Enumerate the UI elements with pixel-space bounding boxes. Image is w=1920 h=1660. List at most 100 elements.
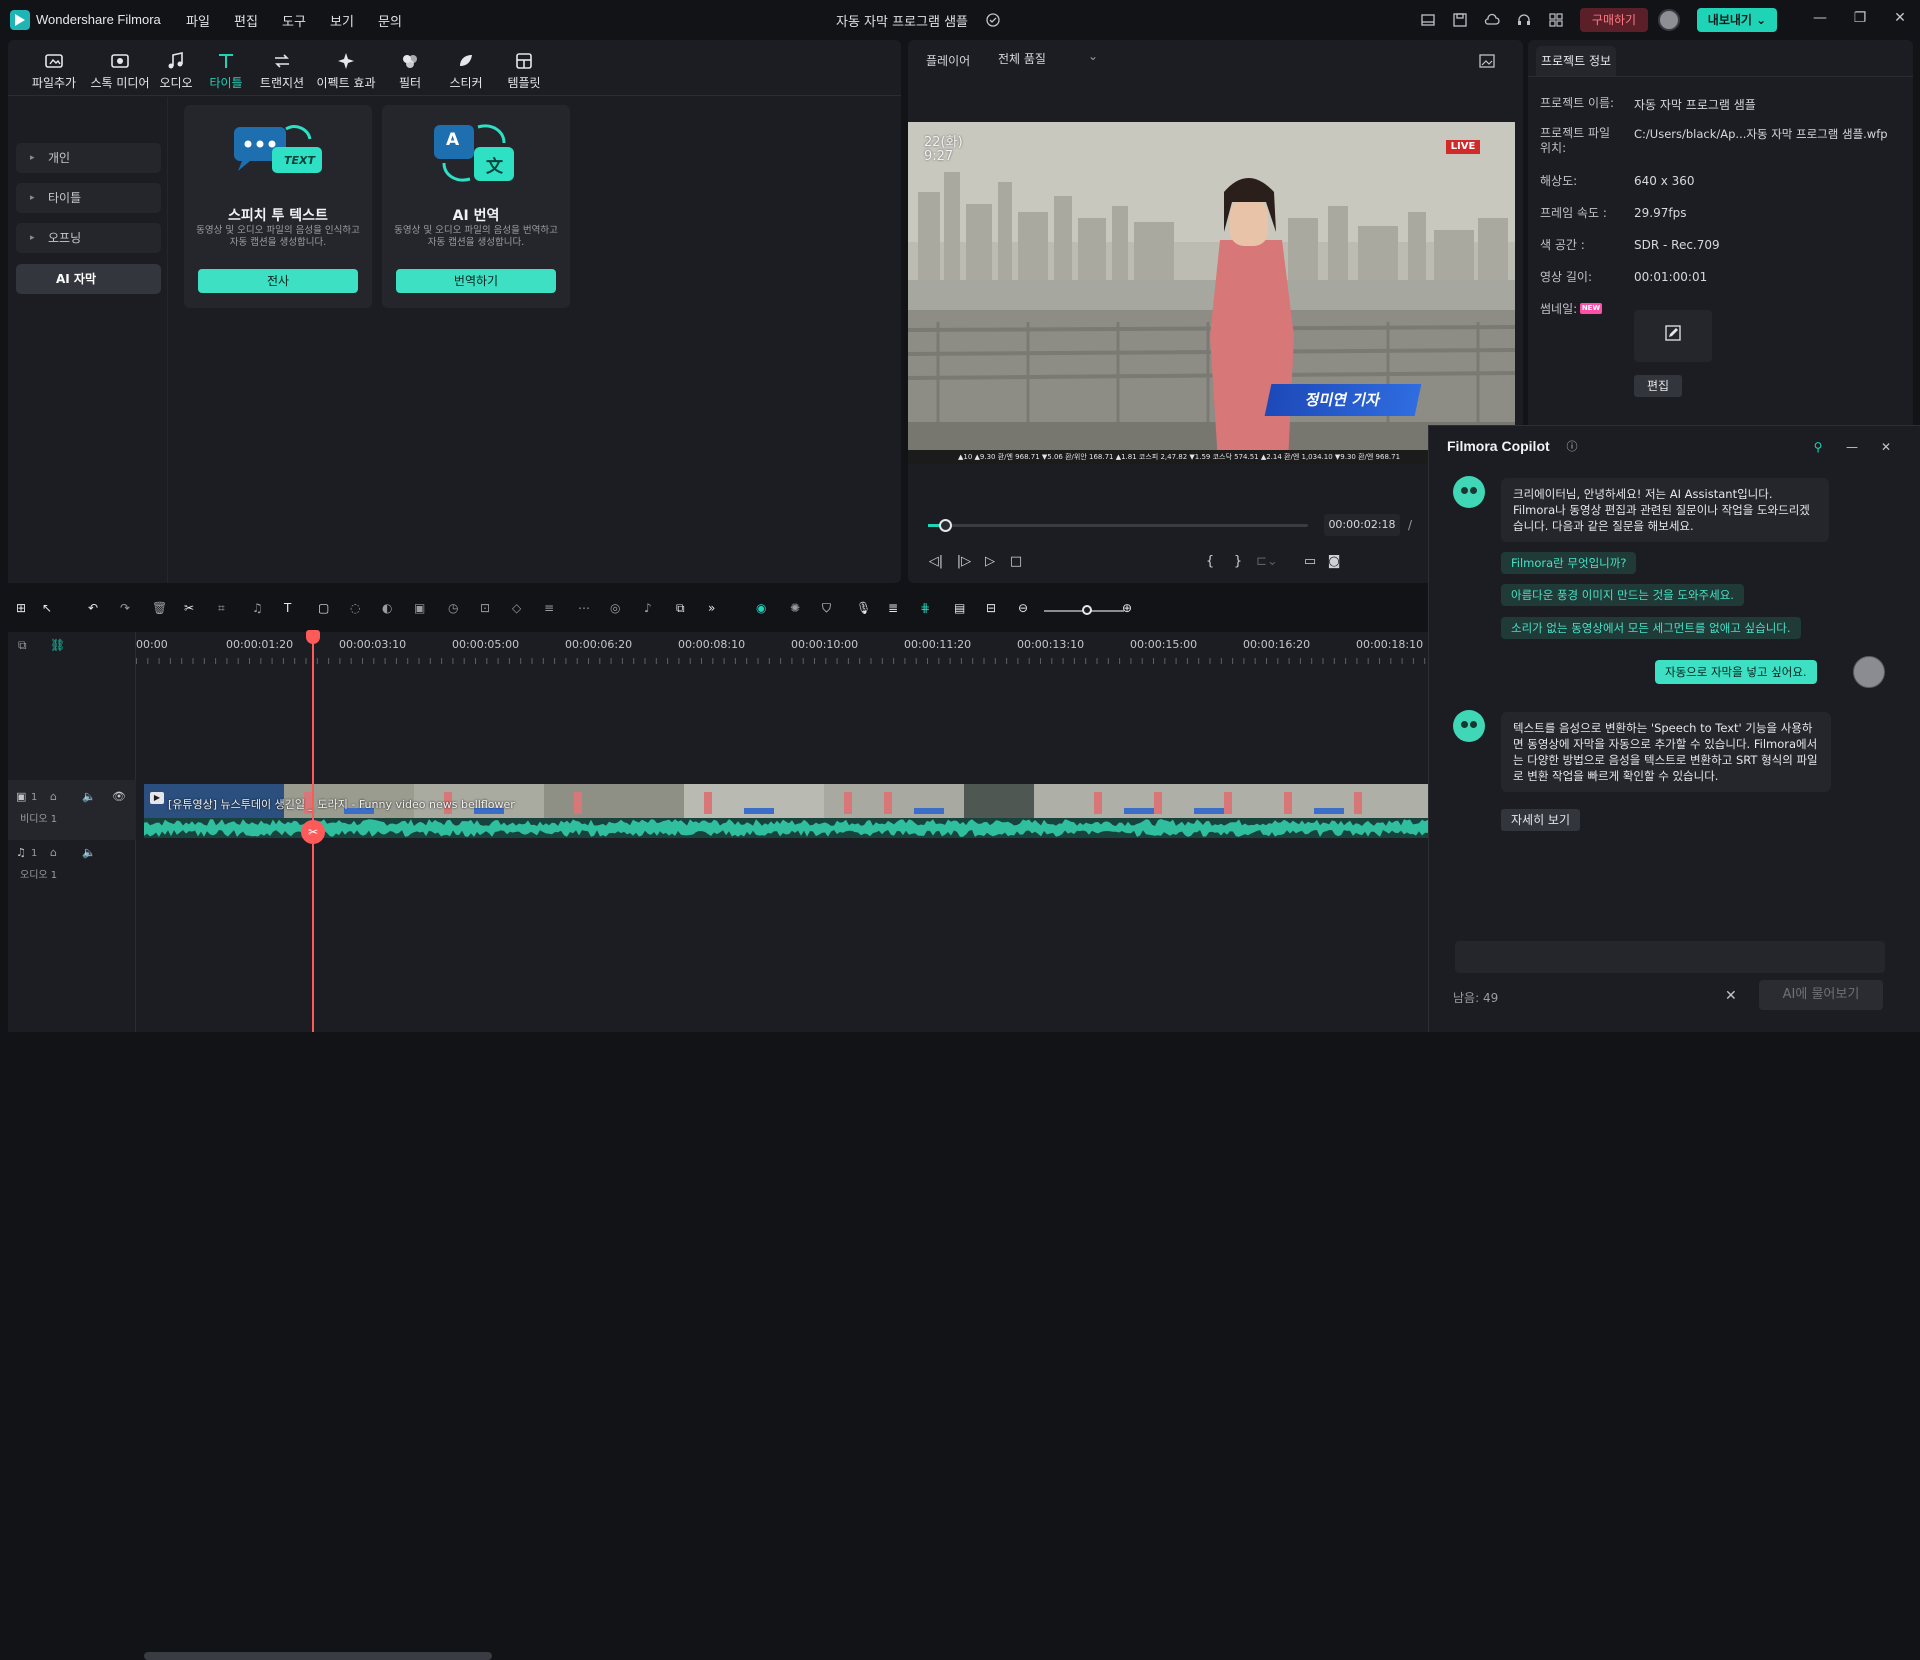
mark-in-icon[interactable]: { — [1200, 552, 1220, 572]
menu-help[interactable]: 문의 — [378, 11, 402, 30]
stabilize-icon[interactable]: ◎ — [610, 601, 630, 621]
suggestion-chip[interactable]: Filmora란 무엇입니까? — [1501, 552, 1637, 574]
playhead-handle[interactable] — [306, 630, 320, 644]
ask-ai-button[interactable]: AI에 물어보기 — [1759, 980, 1883, 1010]
headset-icon[interactable] — [1516, 12, 1532, 28]
audio-track-mute-icon[interactable]: 🔈 — [82, 846, 96, 859]
audio-adjust-icon[interactable]: ♫ — [252, 601, 272, 621]
buy-button[interactable]: 구매하기 — [1580, 8, 1648, 32]
adjust-icon[interactable]: ≡ — [544, 601, 564, 621]
split-audio-icon[interactable]: ⋯ — [578, 601, 598, 621]
audio-mixer-icon[interactable]: ♪ — [644, 601, 664, 621]
restore-icon[interactable]: ❐ — [1850, 10, 1870, 30]
split-scissors-icon[interactable]: ✂ — [184, 601, 204, 621]
scrubber-handle[interactable] — [939, 519, 953, 532]
tab-effects[interactable]: 이펙트 효과 — [312, 46, 380, 94]
cloud-upload-icon[interactable] — [1484, 12, 1500, 28]
color-icon[interactable]: ◐ — [382, 601, 402, 621]
zoom-out-icon[interactable]: ⊖ — [1018, 601, 1038, 621]
prev-frame-icon[interactable]: ◁| — [926, 552, 946, 572]
snap-magnet-icon[interactable]: ⋕ — [920, 601, 940, 621]
user-avatar[interactable] — [1658, 9, 1680, 31]
delete-icon[interactable]: 🗑 — [152, 601, 172, 621]
video-track-visibility-icon[interactable]: 👁 — [112, 790, 126, 803]
save-icon[interactable] — [1452, 12, 1468, 28]
video-clip[interactable]: ▶ [유튜영상] 뉴스투데이 생긴일 _ 도라지 - Funny video n… — [144, 784, 1428, 818]
keyframe-icon[interactable]: ◇ — [512, 601, 532, 621]
ai-translate-card[interactable]: A 文 AI 번역 동영상 및 오디오 파일의 음성을 번역하고 자동 캡션을 … — [382, 105, 570, 308]
video-track-mute-icon[interactable]: 🔈 — [82, 790, 96, 803]
add-track-icon[interactable]: ⧉ — [18, 638, 27, 653]
sidebar-item-ai-captions[interactable]: AI 자막 — [16, 264, 161, 294]
stop-icon[interactable]: □ — [1006, 552, 1026, 572]
transcribe-button[interactable]: 전사 — [198, 269, 358, 293]
rotate-icon[interactable]: ◌ — [350, 601, 370, 621]
close-icon[interactable]: ✕ — [1890, 10, 1910, 30]
more-tools-icon[interactable]: » — [708, 601, 728, 621]
camera-icon[interactable]: ◙ — [1324, 552, 1344, 572]
snapshot-icon[interactable] — [1478, 52, 1496, 70]
export-button[interactable]: 내보내기 ⌄ — [1697, 8, 1777, 32]
menu-edit[interactable]: 편집 — [234, 11, 258, 30]
freeze-icon[interactable]: ⊡ — [480, 601, 500, 621]
audio-track-lock-icon[interactable]: ⌂ — [50, 846, 57, 859]
layout-grid-icon[interactable]: ⊞ — [16, 601, 36, 621]
tab-templates[interactable]: 템플릿 — [490, 46, 558, 94]
green-screen-icon[interactable]: ▣ — [414, 601, 434, 621]
tab-project-info[interactable]: 프로젝트 정보 — [1536, 46, 1616, 76]
link-icon[interactable]: ⛓ — [50, 638, 65, 652]
quality-select[interactable]: 전체 품질 — [988, 44, 1106, 71]
zoom-slider-handle[interactable] — [1082, 605, 1092, 615]
copilot-minimize-icon[interactable]: — — [1843, 438, 1861, 456]
pin-icon[interactable]: ⚲ — [1809, 438, 1827, 456]
playback-scrubber[interactable] — [928, 519, 1308, 532]
video-preview[interactable]: 22(화) 9:27 LIVE 정미연 기자 ▲10 ▲9.30 환/엔 968.… — [908, 122, 1515, 464]
sidebar-item-opening[interactable]: 오프닝 — [16, 223, 161, 253]
speed-icon[interactable]: ◷ — [448, 601, 468, 621]
crop-icon[interactable]: ⌗ — [218, 601, 238, 621]
play-icon[interactable]: ▷ — [980, 552, 1000, 572]
see-more-button[interactable]: 자세히 보기 — [1501, 809, 1581, 831]
auto-caption-icon[interactable]: ⧉ — [676, 601, 696, 621]
redo-icon[interactable]: ↷ — [120, 601, 140, 621]
select-arrow-icon[interactable]: ↖ — [42, 601, 62, 621]
suggestion-chip[interactable]: 소리가 없는 동영상에서 모든 세그먼트를 없애고 싶습니다. — [1501, 617, 1801, 639]
layout-icon[interactable] — [1420, 12, 1436, 28]
zoom-in-icon[interactable]: ⊕ — [1122, 601, 1142, 621]
apps-grid-icon[interactable] — [1548, 12, 1564, 28]
voiceover-icon[interactable]: ≣ — [888, 601, 908, 621]
clear-input-icon[interactable]: ✕ — [1725, 988, 1737, 1004]
sidebar-item-personal[interactable]: 개인 — [16, 143, 161, 173]
fit-icon[interactable]: ⊟ — [986, 601, 1006, 621]
suggestion-chip[interactable]: 아름다운 풍경 이미지 만드는 것을 도와주세요. — [1501, 584, 1744, 606]
text-icon[interactable]: T — [284, 601, 304, 621]
thumbnail-edit-button[interactable]: 편집 — [1634, 375, 1682, 397]
add-marker-icon[interactable]: ⊏⌄ — [1256, 552, 1278, 572]
copilot-robot-icon[interactable]: ◉ — [756, 601, 776, 621]
next-frame-icon[interactable]: |▷ — [954, 552, 974, 572]
menu-file[interactable]: 파일 — [186, 11, 210, 30]
mark-out-icon[interactable]: } — [1228, 552, 1248, 572]
mask-rect-icon[interactable]: ▢ — [318, 601, 338, 621]
timeline-scrollbar[interactable] — [144, 1652, 492, 1660]
speech-to-text-card[interactable]: TEXT 스피치 투 텍스트 동영상 및 오디오 파일의 음성을 인식하고 자동… — [184, 105, 372, 308]
undo-icon[interactable]: ↶ — [88, 601, 108, 621]
render-icon[interactable]: ✺ — [790, 601, 810, 621]
time-ruler[interactable]: 00:00 00:00:01:20 00:00:03:10 00:00:05:0… — [136, 632, 1428, 664]
sidebar-item-titles[interactable]: 타이틀 — [16, 183, 161, 213]
menu-tools[interactable]: 도구 — [282, 11, 306, 30]
menu-view[interactable]: 보기 — [330, 11, 354, 30]
shield-icon[interactable]: ⛉ — [822, 601, 842, 621]
pip-icon[interactable]: ▤ — [954, 601, 974, 621]
translate-button[interactable]: 번역하기 — [396, 269, 556, 293]
copilot-input[interactable] — [1455, 941, 1885, 973]
thumbnail-preview[interactable] — [1634, 310, 1712, 362]
video-track-lock-icon[interactable]: ⌂ — [50, 790, 57, 803]
help-icon[interactable]: ⓘ — [1563, 438, 1581, 456]
display-icon[interactable]: ▭ — [1300, 552, 1320, 572]
minimize-icon[interactable]: — — [1810, 10, 1830, 30]
tab-import[interactable]: 파일추가 — [20, 46, 88, 94]
copilot-close-icon[interactable]: ✕ — [1877, 438, 1895, 456]
tab-transitions[interactable]: 트랜지션 — [248, 46, 316, 94]
microphone-icon[interactable]: 🎙 — [856, 601, 876, 621]
